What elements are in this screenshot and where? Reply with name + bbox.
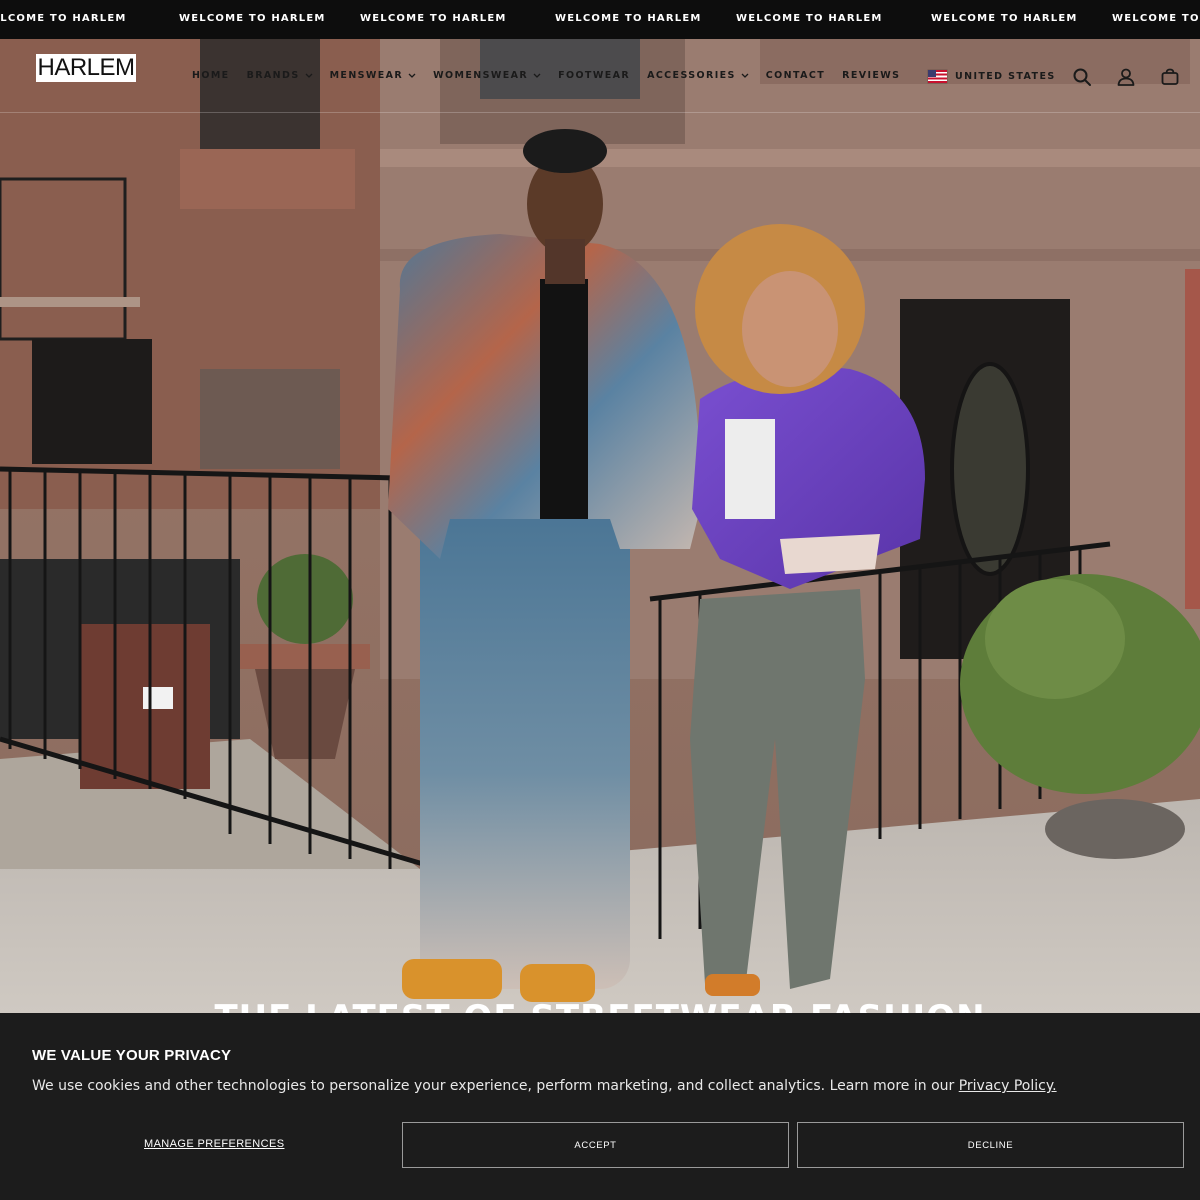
- cart-icon[interactable]: [1160, 67, 1180, 87]
- announcement-text: WELCOME TO HARLEM: [360, 13, 507, 24]
- chevron-down-icon: [533, 73, 541, 78]
- manage-preferences-link[interactable]: MANAGE PREFERENCES: [144, 1138, 284, 1150]
- privacy-policy-link[interactable]: Privacy Policy.: [959, 1078, 1057, 1094]
- announcement-text: WELCOME TO HARLEM: [736, 13, 883, 24]
- cookie-text-body: We use cookies and other technologies to…: [32, 1078, 959, 1094]
- chevron-down-icon: [408, 73, 416, 78]
- account-icon[interactable]: [1116, 67, 1136, 87]
- country-label: UNITED STATES: [955, 71, 1056, 82]
- hero-photo-illustration: [0, 39, 1200, 1013]
- nav-womenswear[interactable]: WOMENSWEAR: [433, 70, 541, 81]
- accept-button[interactable]: ACCEPT: [402, 1122, 789, 1168]
- announcement-text: WELCOME TO HARLEM: [0, 13, 127, 24]
- search-icon[interactable]: [1072, 67, 1092, 87]
- nav-reviews[interactable]: REVIEWS: [842, 70, 900, 81]
- decline-button[interactable]: DECLINE: [797, 1122, 1184, 1168]
- cookie-text: We use cookies and other technologies to…: [32, 1078, 1057, 1094]
- hero-image: [0, 39, 1200, 1013]
- nav-womenswear-label: WOMENSWEAR: [433, 70, 529, 81]
- nav-reviews-label: REVIEWS: [842, 70, 901, 81]
- announcement-text: WELCOME TO HARLEM: [555, 13, 702, 24]
- announcement-text: WELCOME TO HARLEM: [931, 13, 1078, 24]
- nav-home[interactable]: HOME: [192, 70, 230, 81]
- chevron-down-icon: [305, 73, 313, 78]
- nav-contact-label: CONTACT: [765, 70, 826, 81]
- announcement-text: WELCOME TO HARLEM: [179, 13, 326, 24]
- announcement-text: WELCOME TO HARLEM: [1112, 13, 1200, 24]
- nav-brands-label: BRANDS: [246, 70, 300, 81]
- nav-accessories-label: ACCESSORIES: [647, 70, 736, 81]
- cookie-banner: WE VALUE YOUR PRIVACY We use cookies and…: [0, 1013, 1200, 1200]
- nav-home-label: HOME: [192, 70, 230, 81]
- nav-contact[interactable]: CONTACT: [766, 70, 825, 81]
- nav-menswear[interactable]: MENSWEAR: [330, 70, 417, 81]
- site-header: HARLEM HOME BRANDS MENSWEAR WOMENSWEAR F…: [0, 39, 1200, 113]
- nav-footwear[interactable]: FOOTWEAR: [558, 70, 630, 81]
- cookie-title: WE VALUE YOUR PRIVACY: [32, 1047, 232, 1064]
- announcement-bar: WELCOME TO HARLEM WELCOME TO HARLEM WELC…: [0, 0, 1200, 39]
- nav-brands[interactable]: BRANDS: [247, 70, 313, 81]
- nav-menswear-label: MENSWEAR: [329, 70, 404, 81]
- harlem-logo[interactable]: HARLEM: [36, 54, 136, 82]
- chevron-down-icon: [741, 73, 749, 78]
- nav-footwear-label: FOOTWEAR: [558, 70, 631, 81]
- country-selector[interactable]: UNITED STATES: [928, 70, 1056, 83]
- main-nav: HOME BRANDS MENSWEAR WOMENSWEAR FOOTWEAR…: [192, 70, 900, 81]
- nav-accessories[interactable]: ACCESSORIES: [647, 70, 749, 81]
- us-flag-icon: [928, 70, 947, 83]
